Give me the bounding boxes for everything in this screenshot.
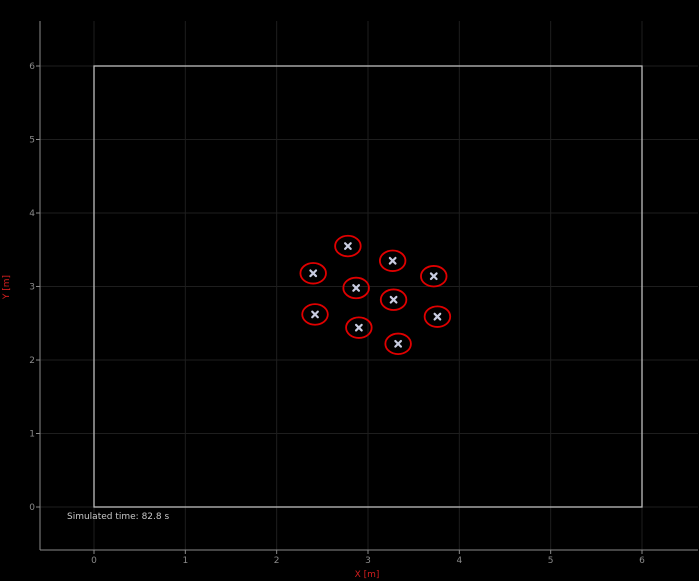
x-tick-label-4: 4: [456, 556, 462, 566]
robot-8: [423, 305, 452, 328]
robot-marker: [311, 310, 319, 319]
y-tick-label-1: 1: [29, 430, 35, 440]
y-tick-label-4: 4: [29, 209, 35, 219]
y-tick-label-3: 3: [29, 283, 35, 293]
robot-marker: [433, 312, 442, 321]
x-axis-label: X [m]: [355, 570, 380, 580]
robot-marker: [344, 242, 352, 250]
y-tick-label-5: 5: [29, 136, 35, 146]
robots: [299, 234, 452, 356]
robot-1: [334, 234, 362, 258]
x-tick-label-0: 0: [91, 556, 97, 566]
robot-marker: [309, 269, 318, 278]
y-tick-label-2: 2: [29, 356, 35, 366]
x-tick-label-3: 3: [365, 556, 371, 566]
x-tick-label-6: 6: [639, 556, 645, 566]
robot-marker: [354, 323, 363, 332]
robot-5: [342, 276, 370, 300]
robot-10: [384, 332, 412, 356]
robot-7: [301, 303, 329, 326]
robot-marker: [389, 295, 398, 304]
y-axis-label: Y [m]: [2, 275, 12, 300]
robot-2: [378, 249, 407, 272]
y-tick-label-0: 0: [29, 503, 35, 513]
robot-marker: [394, 339, 403, 348]
plot-area: 0 1 2 3 4 5 6 0 1 2 3 4 5 6 Simulated time: 82.8 s X …: [2, 21, 698, 580]
robot-4: [420, 265, 448, 288]
robot-6: [379, 288, 408, 311]
y-tick-label-6: 6: [29, 62, 35, 72]
robot-marker: [429, 272, 438, 281]
robot-marker: [388, 256, 397, 265]
simulated-time-label: Simulated time: 82.8 s: [67, 512, 169, 522]
tick-labels: 0 1 2 3 4 5 6 0 1 2 3 4 5 6: [29, 62, 645, 566]
x-tick-label-2: 2: [274, 556, 280, 566]
x-tick-label-1: 1: [182, 556, 188, 566]
axes: [36, 21, 698, 554]
x-tick-label-5: 5: [548, 556, 554, 566]
robot-3: [299, 262, 327, 285]
